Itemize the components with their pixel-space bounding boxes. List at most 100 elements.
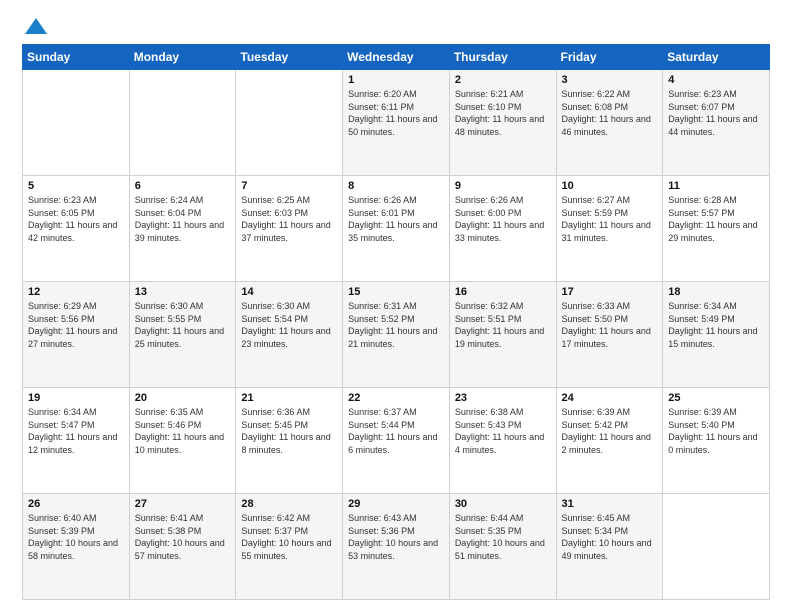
day-info: Sunrise: 6:37 AMSunset: 5:44 PMDaylight:… xyxy=(348,406,444,456)
calendar-cell: 26 Sunrise: 6:40 AMSunset: 5:39 PMDayligh… xyxy=(23,494,130,600)
day-info: Sunrise: 6:35 AMSunset: 5:46 PMDaylight:… xyxy=(135,406,231,456)
day-number: 23 xyxy=(455,392,551,404)
calendar-cell: 24 Sunrise: 6:39 AMSunset: 5:42 PMDayligh… xyxy=(556,388,663,494)
calendar-cell: 11 Sunrise: 6:28 AMSunset: 5:57 PMDayligh… xyxy=(663,176,770,282)
day-number: 11 xyxy=(668,180,764,192)
day-info: Sunrise: 6:22 AMSunset: 6:08 PMDaylight:… xyxy=(562,88,658,138)
day-number: 24 xyxy=(562,392,658,404)
calendar-cell: 6 Sunrise: 6:24 AMSunset: 6:04 PMDaylight… xyxy=(129,176,236,282)
day-header-thursday: Thursday xyxy=(449,45,556,70)
day-number: 7 xyxy=(241,180,337,192)
day-number: 31 xyxy=(562,498,658,510)
day-info: Sunrise: 6:21 AMSunset: 6:10 PMDaylight:… xyxy=(455,88,551,138)
day-info: Sunrise: 6:23 AMSunset: 6:07 PMDaylight:… xyxy=(668,88,764,138)
calendar-cell: 29Sunrise: 6:43 AMSunset: 5:36 PMDayligh… xyxy=(343,494,450,600)
day-info: Sunrise: 6:32 AMSunset: 5:51 PMDaylight:… xyxy=(455,300,551,350)
calendar-cell: 16Sunrise: 6:32 AMSunset: 5:51 PMDayligh… xyxy=(449,282,556,388)
calendar-cell: 15 Sunrise: 6:31 AMSunset: 5:52 PMDayligh… xyxy=(343,282,450,388)
logo xyxy=(22,18,47,34)
day-info: Sunrise: 6:45 AMSunset: 5:34 PMDaylight:… xyxy=(562,512,658,562)
day-info: Sunrise: 6:39 AMSunset: 5:40 PMDaylight:… xyxy=(668,406,764,456)
day-info: Sunrise: 6:30 AMSunset: 5:54 PMDaylight:… xyxy=(241,300,337,350)
calendar-cell: 25 Sunrise: 6:39 AMSunset: 5:40 PMDayligh… xyxy=(663,388,770,494)
day-header-tuesday: Tuesday xyxy=(236,45,343,70)
calendar-cell: 22 Sunrise: 6:37 AMSunset: 5:44 PMDayligh… xyxy=(343,388,450,494)
calendar-cell: 18Sunrise: 6:34 AMSunset: 5:49 PMDayligh… xyxy=(663,282,770,388)
day-info: Sunrise: 6:31 AMSunset: 5:52 PMDaylight:… xyxy=(348,300,444,350)
day-number: 4 xyxy=(668,74,764,86)
day-header-monday: Monday xyxy=(129,45,236,70)
day-info: Sunrise: 6:41 AMSunset: 5:38 PMDaylight:… xyxy=(135,512,231,562)
calendar-cell: 12 Sunrise: 6:29 AMSunset: 5:56 PMDayligh… xyxy=(23,282,130,388)
day-number: 29 xyxy=(348,498,444,510)
calendar-cell xyxy=(663,494,770,600)
day-info: Sunrise: 6:29 AMSunset: 5:56 PMDaylight:… xyxy=(28,300,124,350)
calendar-cell: 1 Sunrise: 6:20 AMSunset: 6:11 PMDaylight… xyxy=(343,70,450,176)
page-header xyxy=(22,18,770,34)
calendar-cell: 4 Sunrise: 6:23 AMSunset: 6:07 PMDaylight… xyxy=(663,70,770,176)
calendar-cell: 21 Sunrise: 6:36 AMSunset: 5:45 PMDayligh… xyxy=(236,388,343,494)
calendar-cell xyxy=(23,70,130,176)
day-info: Sunrise: 6:33 AMSunset: 5:50 PMDaylight:… xyxy=(562,300,658,350)
day-number: 15 xyxy=(348,286,444,298)
day-header-saturday: Saturday xyxy=(663,45,770,70)
day-number: 8 xyxy=(348,180,444,192)
calendar-cell: 27 Sunrise: 6:41 AMSunset: 5:38 PMDayligh… xyxy=(129,494,236,600)
day-number: 26 xyxy=(28,498,124,510)
day-number: 5 xyxy=(28,180,124,192)
calendar-week-5: 26 Sunrise: 6:40 AMSunset: 5:39 PMDayligh… xyxy=(23,494,770,600)
day-info: Sunrise: 6:36 AMSunset: 5:45 PMDaylight:… xyxy=(241,406,337,456)
day-number: 30 xyxy=(455,498,551,510)
day-info: Sunrise: 6:27 AMSunset: 5:59 PMDaylight:… xyxy=(562,194,658,244)
day-info: Sunrise: 6:23 AMSunset: 6:05 PMDaylight:… xyxy=(28,194,124,244)
calendar-cell: 9Sunrise: 6:26 AMSunset: 6:00 PMDaylight… xyxy=(449,176,556,282)
calendar-cell: 10 Sunrise: 6:27 AMSunset: 5:59 PMDayligh… xyxy=(556,176,663,282)
calendar-cell: 30 Sunrise: 6:44 AMSunset: 5:35 PMDayligh… xyxy=(449,494,556,600)
calendar-cell: 3 Sunrise: 6:22 AMSunset: 6:08 PMDaylight… xyxy=(556,70,663,176)
day-number: 17 xyxy=(562,286,658,298)
day-number: 27 xyxy=(135,498,231,510)
day-number: 3 xyxy=(562,74,658,86)
calendar-cell: 8 Sunrise: 6:26 AMSunset: 6:01 PMDaylight… xyxy=(343,176,450,282)
calendar-cell: 7 Sunrise: 6:25 AMSunset: 6:03 PMDaylight… xyxy=(236,176,343,282)
calendar-cell xyxy=(236,70,343,176)
day-number: 12 xyxy=(28,286,124,298)
day-number: 25 xyxy=(668,392,764,404)
day-number: 22 xyxy=(348,392,444,404)
day-header-wednesday: Wednesday xyxy=(343,45,450,70)
logo-icon xyxy=(25,18,47,34)
day-number: 14 xyxy=(241,286,337,298)
day-info: Sunrise: 6:40 AMSunset: 5:39 PMDaylight:… xyxy=(28,512,124,562)
calendar-table: SundayMondayTuesdayWednesdayThursdayFrid… xyxy=(22,44,770,600)
day-number: 19 xyxy=(28,392,124,404)
day-number: 6 xyxy=(135,180,231,192)
day-info: Sunrise: 6:39 AMSunset: 5:42 PMDaylight:… xyxy=(562,406,658,456)
calendar-cell: 2Sunrise: 6:21 AMSunset: 6:10 PMDaylight… xyxy=(449,70,556,176)
calendar-header-row: SundayMondayTuesdayWednesdayThursdayFrid… xyxy=(23,45,770,70)
day-number: 28 xyxy=(241,498,337,510)
day-info: Sunrise: 6:34 AMSunset: 5:49 PMDaylight:… xyxy=(668,300,764,350)
day-info: Sunrise: 6:44 AMSunset: 5:35 PMDaylight:… xyxy=(455,512,551,562)
day-header-sunday: Sunday xyxy=(23,45,130,70)
day-number: 13 xyxy=(135,286,231,298)
day-number: 20 xyxy=(135,392,231,404)
day-info: Sunrise: 6:24 AMSunset: 6:04 PMDaylight:… xyxy=(135,194,231,244)
day-info: Sunrise: 6:28 AMSunset: 5:57 PMDaylight:… xyxy=(668,194,764,244)
calendar-cell: 19Sunrise: 6:34 AMSunset: 5:47 PMDayligh… xyxy=(23,388,130,494)
day-info: Sunrise: 6:30 AMSunset: 5:55 PMDaylight:… xyxy=(135,300,231,350)
day-info: Sunrise: 6:26 AMSunset: 6:01 PMDaylight:… xyxy=(348,194,444,244)
day-number: 21 xyxy=(241,392,337,404)
calendar-cell: 31 Sunrise: 6:45 AMSunset: 5:34 PMDayligh… xyxy=(556,494,663,600)
day-number: 1 xyxy=(348,74,444,86)
day-info: Sunrise: 6:20 AMSunset: 6:11 PMDaylight:… xyxy=(348,88,444,138)
calendar-cell xyxy=(129,70,236,176)
day-number: 10 xyxy=(562,180,658,192)
calendar-cell: 5 Sunrise: 6:23 AMSunset: 6:05 PMDaylight… xyxy=(23,176,130,282)
day-header-friday: Friday xyxy=(556,45,663,70)
day-number: 9 xyxy=(455,180,551,192)
calendar-cell: 20 Sunrise: 6:35 AMSunset: 5:46 PMDayligh… xyxy=(129,388,236,494)
calendar-week-2: 5 Sunrise: 6:23 AMSunset: 6:05 PMDaylight… xyxy=(23,176,770,282)
calendar-week-1: 1 Sunrise: 6:20 AMSunset: 6:11 PMDaylight… xyxy=(23,70,770,176)
day-info: Sunrise: 6:25 AMSunset: 6:03 PMDaylight:… xyxy=(241,194,337,244)
calendar-week-4: 19Sunrise: 6:34 AMSunset: 5:47 PMDayligh… xyxy=(23,388,770,494)
